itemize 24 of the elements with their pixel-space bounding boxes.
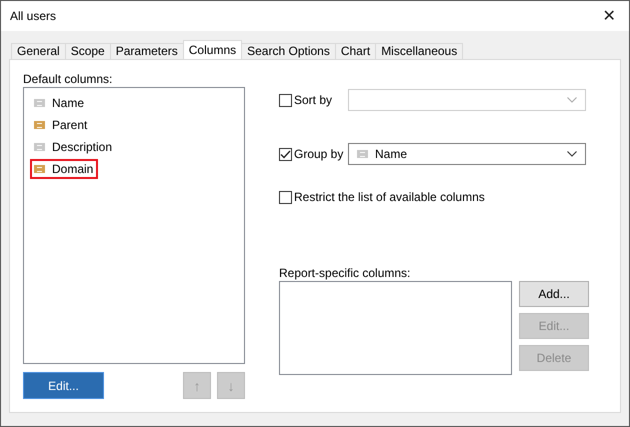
- list-item[interactable]: Name: [30, 93, 90, 113]
- dropdown[interactable]: [348, 89, 586, 111]
- tab[interactable]: Scope: [64, 43, 111, 59]
- tab[interactable]: Columns: [182, 40, 242, 59]
- list-label: Report-specific columns:: [279, 265, 412, 281]
- list-label: Default columns:: [23, 71, 114, 87]
- close-button[interactable]: ✕: [589, 1, 629, 31]
- edit-button[interactable]: Edit...: [23, 372, 104, 399]
- dropdown[interactable]: Name: [348, 143, 586, 165]
- list-item[interactable]: Description: [30, 137, 118, 157]
- group-by-checkbox[interactable]: Group by: [279, 147, 348, 161]
- list-item[interactable]: Domain: [30, 159, 98, 179]
- dropdown-value: Name: [375, 147, 408, 161]
- restrict-checkbox[interactable]: Restrict the list of available columns: [279, 190, 485, 204]
- chevron-down-icon: [567, 97, 577, 103]
- tab[interactable]: Miscellaneous: [375, 43, 464, 59]
- check-icon: [280, 150, 291, 158]
- report-button[interactable]: Add...: [519, 281, 589, 307]
- chevron-down-icon: [567, 151, 577, 157]
- tab[interactable]: General: [11, 43, 66, 59]
- window-title: All users: [10, 9, 56, 23]
- tab[interactable]: Search Options: [241, 43, 336, 59]
- sort-by-checkbox[interactable]: Sort by: [279, 93, 348, 107]
- list-item[interactable]: Parent: [30, 115, 92, 135]
